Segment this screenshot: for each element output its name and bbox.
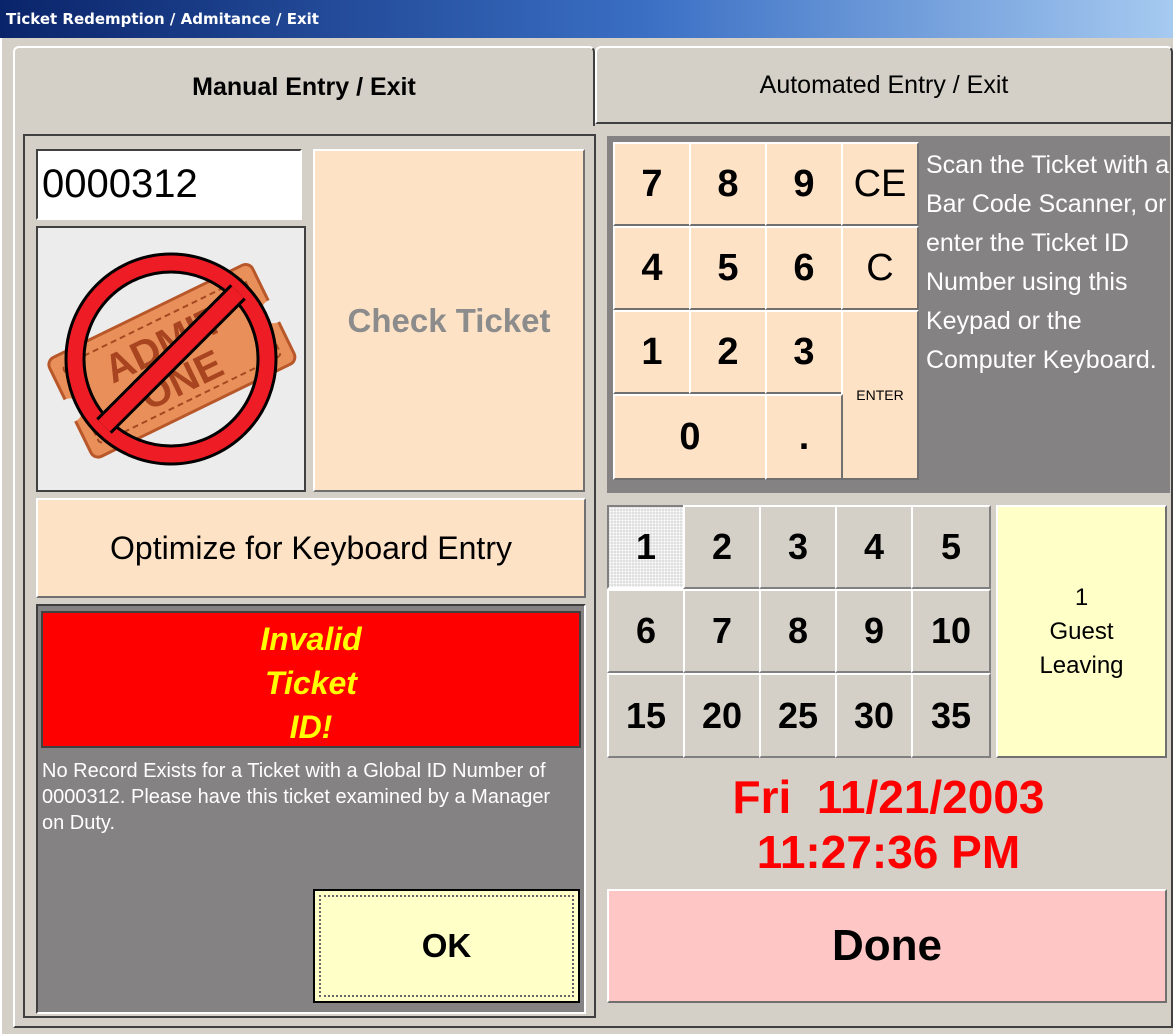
- guest-count-5[interactable]: 5: [911, 505, 991, 589]
- ok-button[interactable]: OK: [313, 889, 580, 1003]
- keypad-key-9[interactable]: 9: [765, 142, 843, 226]
- keypad-key-6[interactable]: 6: [765, 226, 843, 310]
- guest-count-2[interactable]: 2: [683, 505, 761, 589]
- guest-count-6[interactable]: 6: [607, 589, 685, 673]
- guest-count-value: 1: [1074, 583, 1089, 611]
- leaving-label: Leaving: [1039, 651, 1124, 679]
- keypad-key-3[interactable]: 3: [765, 310, 843, 394]
- window-title: Ticket Redemption / Admitance / Exit: [0, 0, 1173, 38]
- keypad-key-decimal[interactable]: .: [765, 394, 843, 480]
- clock-time: 11:27:36 PM: [756, 826, 1021, 878]
- keypad-clear-button[interactable]: C: [841, 226, 919, 310]
- guest-count-8[interactable]: 8: [759, 589, 837, 673]
- done-button[interactable]: Done: [607, 889, 1167, 1003]
- keypad-key-5[interactable]: 5: [689, 226, 767, 310]
- guest-count-10[interactable]: 10: [911, 589, 991, 673]
- keypad-key-7[interactable]: 7: [613, 142, 691, 226]
- clock-display: Fri 11/21/2003 11:27:36 PM: [607, 770, 1170, 880]
- no-admit-ticket-icon: ADMIT ONE: [36, 226, 306, 492]
- guest-label: Guest: [1049, 617, 1114, 645]
- guest-count-3[interactable]: 3: [759, 505, 837, 589]
- error-message: No Record Exists for a Ticket with a Glo…: [42, 760, 551, 834]
- keypad-key-0[interactable]: 0: [613, 394, 767, 480]
- status-line-1: Invalid: [260, 621, 362, 657]
- tab-automated-entry[interactable]: Automated Entry / Exit: [595, 46, 1173, 124]
- guest-count-4[interactable]: 4: [835, 505, 913, 589]
- keypad-clear-entry-button[interactable]: CE: [841, 142, 919, 226]
- keypad-instructions: Scan the Ticket with a Bar Code Scanner,…: [926, 151, 1170, 374]
- guest-count-1[interactable]: 1: [607, 505, 685, 589]
- guest-count-7[interactable]: 7: [683, 589, 761, 673]
- guest-count-35[interactable]: 35: [911, 673, 991, 758]
- keypad-key-1[interactable]: 1: [613, 310, 691, 394]
- tab-manual-entry[interactable]: Manual Entry / Exit: [13, 46, 595, 126]
- invalid-ticket-status: Invalid Ticket ID!: [41, 611, 581, 748]
- status-line-3: ID!: [289, 709, 333, 745]
- keypad-key-4[interactable]: 4: [613, 226, 691, 310]
- keypad-key-8[interactable]: 8: [689, 142, 767, 226]
- status-line-2: Ticket: [265, 665, 357, 701]
- guest-count-25[interactable]: 25: [759, 673, 837, 758]
- guest-count-15[interactable]: 15: [607, 673, 685, 758]
- optimize-keyboard-button[interactable]: Optimize for Keyboard Entry: [36, 498, 586, 598]
- guest-count-30[interactable]: 30: [835, 673, 913, 758]
- guest-count-9[interactable]: 9: [835, 589, 913, 673]
- keypad-key-2[interactable]: 2: [689, 310, 767, 394]
- ticket-id-input[interactable]: 0000312: [36, 149, 302, 220]
- check-ticket-button[interactable]: Check Ticket: [313, 149, 585, 492]
- clock-date: Fri 11/21/2003: [732, 771, 1045, 823]
- keypad-enter-button[interactable]: ENTER: [841, 310, 919, 480]
- guest-leaving-button[interactable]: 1 Guest Leaving: [996, 505, 1167, 758]
- guest-count-20[interactable]: 20: [683, 673, 761, 758]
